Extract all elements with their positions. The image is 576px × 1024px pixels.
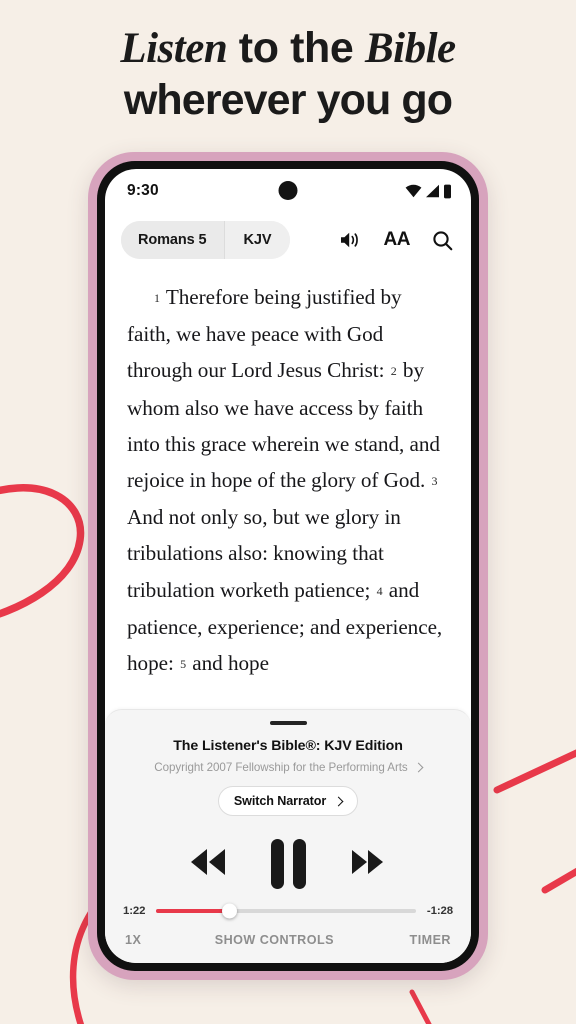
verse-number: 5 [180,657,187,672]
verse-text: Therefore being justified by faith, we h… [127,285,402,383]
copyright-text: Copyright 2007 Fellowship for the Perfor… [154,761,408,774]
book-chapter-button[interactable]: Romans 5 [121,221,224,259]
chevron-right-icon [333,796,344,806]
elapsed-time: 1:22 [123,905,146,917]
fast-forward-icon[interactable] [346,845,392,884]
edition-title: The Listener's Bible®: KJV Edition [173,738,403,754]
headline-italic-listen: Listen [120,25,228,72]
sheet-drag-handle[interactable] [269,721,307,725]
phone-screen: 9:30 Romans 5 KJV AA 1 Therefore being j… [105,169,471,963]
verse-text: and hope [192,651,269,676]
pause-bar-right [292,839,306,889]
cellular-signal-icon [426,184,439,198]
progress-fill [156,909,230,913]
verse-number: 4 [376,583,383,598]
pause-bar-left [270,839,284,889]
remaining-time: -1:28 [426,905,453,917]
verse-number: 1 [154,291,160,305]
switch-narrator-label: Switch Narrator [233,794,327,808]
phone-mockup: 9:30 Romans 5 KJV AA 1 Therefore being j… [88,152,488,980]
verse-number: 3 [431,474,438,489]
status-bar: 9:30 [105,169,471,213]
status-icons [405,184,452,199]
headline-plain-to-the: to the [227,24,365,72]
wifi-icon [405,184,422,198]
audio-player-sheet: The Listener's Bible®: KJV Edition Copyr… [105,709,471,963]
scripture-text: 1 Therefore being justified by faith, we… [105,267,471,709]
reference-segmented-control[interactable]: Romans 5 KJV [121,221,291,259]
headline-line-2: wherever you go [123,76,453,124]
pause-icon[interactable] [270,839,306,889]
verse-number: 2 [390,364,397,379]
toolbar-actions: AA [339,229,453,251]
page-title: Listen to the Bible wherever you go [0,22,576,125]
transport-controls [105,835,471,893]
show-controls-button[interactable]: SHOW CONTROLS [215,933,334,947]
progress-slider[interactable] [156,903,416,919]
front-camera-punchhole-icon [278,181,298,200]
headline-italic-bible: Bible [364,25,456,72]
verse-text: And not only so, but we glory in tribula… [127,505,401,602]
player-bottom-row: 1X SHOW CONTROLS TIMER [105,917,471,963]
search-icon[interactable] [432,230,453,251]
chevron-right-icon [413,762,424,773]
status-time: 9:30 [127,182,159,199]
rewind-icon[interactable] [185,845,231,884]
playback-speed-button[interactable]: 1X [125,933,177,947]
phone-bezel: 9:30 Romans 5 KJV AA 1 Therefore being j… [97,161,479,971]
translation-button[interactable]: KJV [223,221,291,259]
reader-toolbar: Romans 5 KJV AA [105,213,471,267]
switch-narrator-row: Switch Narrator [105,786,471,816]
speaker-icon[interactable] [339,230,362,250]
battery-icon [444,184,451,198]
copyright-row[interactable]: Copyright 2007 Fellowship for the Perfor… [105,761,471,774]
text-size-icon[interactable]: AA [384,229,411,251]
progress-row: 1:22 -1:28 [105,903,471,919]
poster-stage: Listen to the Bible wherever you go 9:30 [0,0,576,1024]
headline-line-1: Listen to the Bible [0,22,576,75]
progress-knob[interactable] [221,903,237,919]
switch-narrator-button[interactable]: Switch Narrator [217,786,359,816]
timer-button[interactable]: TIMER [410,933,451,947]
